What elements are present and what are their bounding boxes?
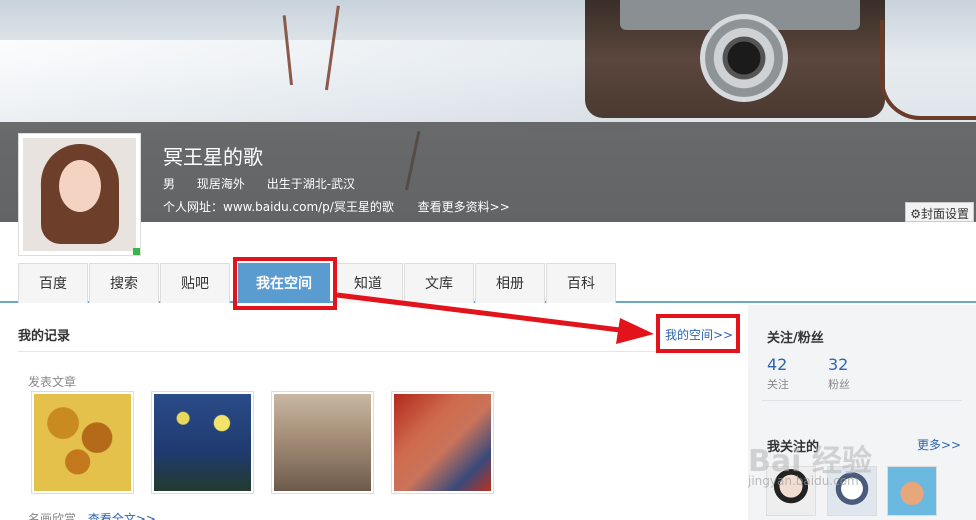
thumbnail-les-demoiselles[interactable] — [391, 391, 494, 494]
starry-night-painting — [154, 394, 251, 491]
following-stat[interactable]: 42 关注 — [767, 355, 789, 392]
residence: 现居海外 — [196, 177, 245, 191]
tab-baike[interactable]: 百科 — [546, 263, 616, 303]
profile-cover — [0, 0, 976, 222]
tab-search[interactable]: 搜索 — [89, 263, 159, 303]
tab-album[interactable]: 相册 — [475, 263, 545, 303]
tab-baidu[interactable]: 百度 — [18, 263, 88, 303]
view-full-text-link[interactable]: 查看全文>> — [88, 512, 156, 520]
product-tabs: 百度 搜索 贴吧 我在空间 知道 文库 相册 百科 — [0, 263, 976, 303]
following-count: 42 — [767, 355, 788, 374]
tab-highlight-frame — [233, 257, 337, 310]
fans-label: 粉丝 — [828, 378, 850, 391]
sidebar-divider — [762, 400, 962, 401]
avatar-image — [23, 138, 136, 251]
tab-tieba[interactable]: 贴吧 — [160, 263, 230, 303]
thumbnail-starry-night[interactable] — [151, 391, 254, 494]
famous-paintings-label: 名画欣赏 — [28, 512, 77, 520]
thumbnail-school-of-athens[interactable] — [271, 391, 374, 494]
sidebar-title: 关注/粉丝 — [767, 331, 824, 346]
avatar[interactable] — [18, 133, 141, 256]
cover-camera-lens — [700, 14, 788, 102]
cover-settings-label: 封面设置 — [920, 207, 969, 221]
birthplace: 出生于湖北-武汉 — [266, 177, 356, 191]
cover-camera-strap — [880, 20, 976, 120]
user-url-line: 个人网址：www.baidu.com/p/冥王星的歌 查看更多资料>> — [163, 198, 510, 215]
user-name[interactable]: 冥王星的歌 — [163, 141, 263, 170]
cover-settings-button[interactable]: ⚙封面设置 — [905, 202, 974, 222]
following-label: 关注 — [767, 378, 789, 391]
fans-stat[interactable]: 32 粉丝 — [828, 355, 850, 392]
gender: 男 — [163, 177, 176, 191]
gear-icon: ⚙ — [910, 207, 921, 221]
personal-url[interactable]: 个人网址：www.baidu.com/p/冥王星的歌 — [163, 200, 394, 214]
famous-paintings-row: 名画欣赏 查看全文>> — [28, 510, 156, 520]
tab-wenku[interactable]: 文库 — [404, 263, 474, 303]
thumbnail-sunflowers[interactable] — [31, 391, 134, 494]
followed-more-link[interactable]: 更多>> — [917, 436, 961, 453]
cover-snow-scene — [0, 40, 640, 130]
les-demoiselles-painting — [394, 394, 491, 491]
user-meta: 男 现居海外 出生于湖北-武汉 — [163, 175, 373, 192]
section-divider — [18, 351, 738, 352]
watermark-url: jingyan.baidu.com — [748, 474, 859, 488]
fans-count: 32 — [828, 355, 849, 374]
school-of-athens-painting — [274, 394, 371, 491]
articles-label: 发表文章 — [28, 375, 77, 389]
my-space-link[interactable]: 我的空间>> — [665, 326, 733, 343]
online-status-dot — [133, 248, 140, 255]
avatar-face — [59, 160, 101, 212]
section-title: 我的记录 — [18, 329, 71, 344]
followed-user-avatar[interactable] — [887, 466, 937, 516]
tab-zhidao[interactable]: 知道 — [333, 263, 403, 303]
sunflowers-painting — [34, 394, 131, 491]
view-more-info-link[interactable]: 查看更多资料>> — [418, 200, 510, 214]
